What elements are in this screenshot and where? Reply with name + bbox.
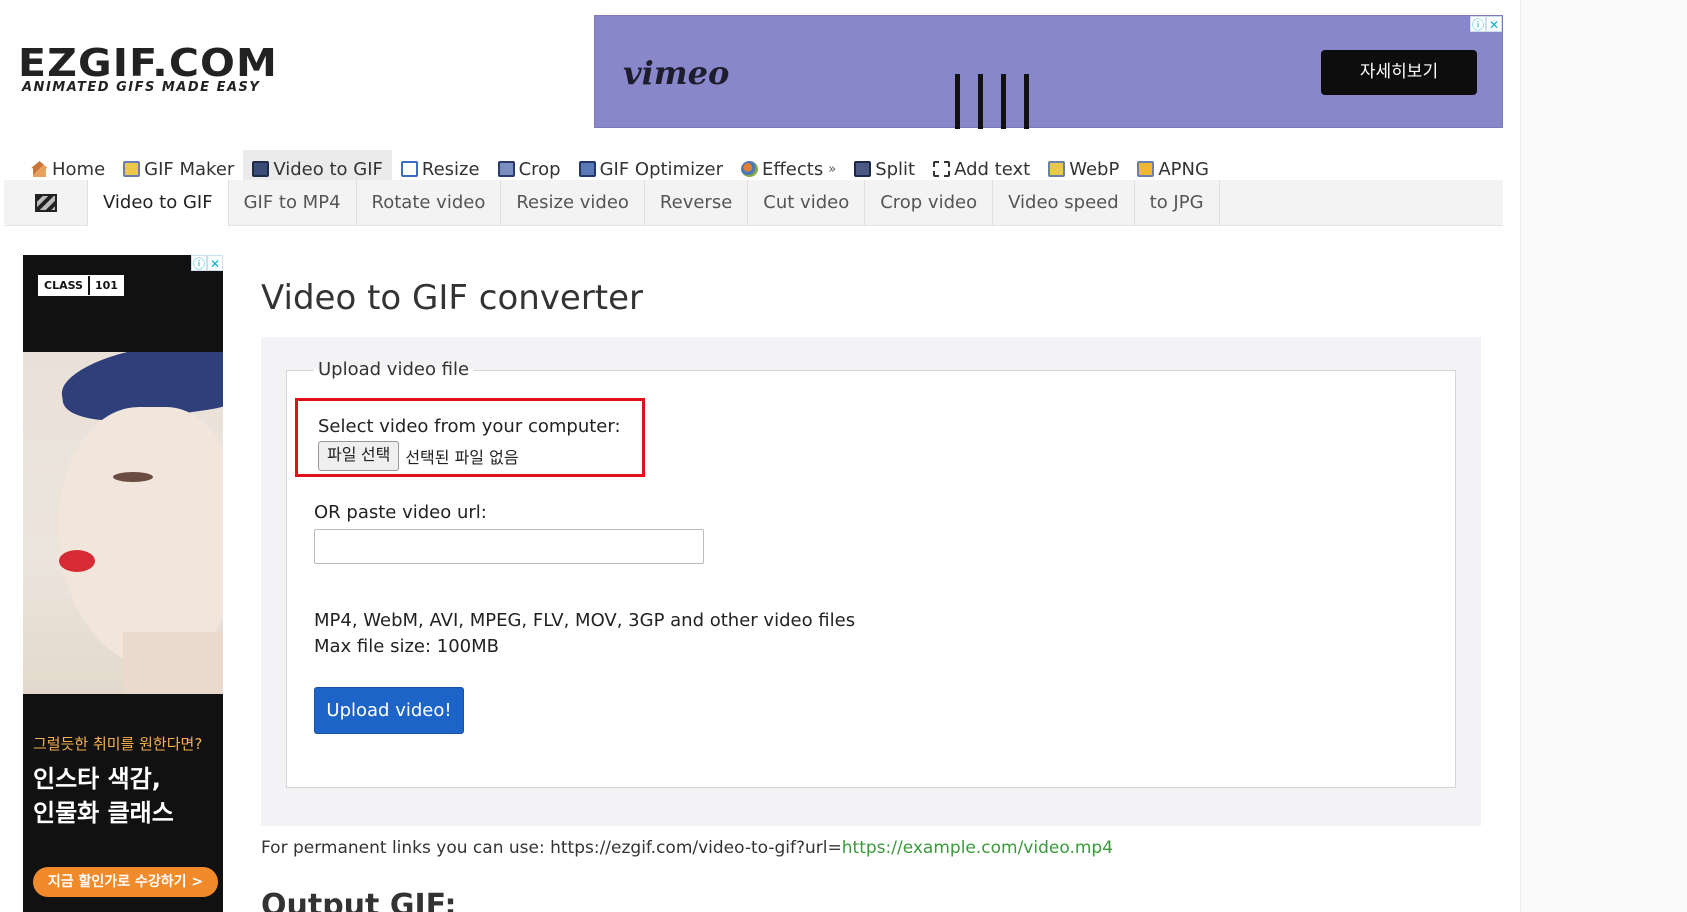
ad-graphic bbox=[955, 74, 1047, 129]
nav-label: Add text bbox=[954, 158, 1031, 180]
sub-nav-icon-cell bbox=[4, 180, 87, 226]
side-banner-ad[interactable]: CLASS 101 그럴듯한 취미를 원한다면? 인스타 색감, 인물화 클래스… bbox=[23, 255, 223, 912]
nav-label: Effects bbox=[762, 158, 824, 180]
add-text-icon bbox=[933, 161, 951, 177]
site-logo[interactable]: EZGIF.COM ANIMATED GIFS MADE EASY bbox=[18, 44, 303, 96]
subnav-video-speed[interactable]: Video speed bbox=[993, 180, 1135, 226]
webp-icon bbox=[1048, 161, 1066, 177]
top-banner-ad[interactable]: vimeo 자세히보기 ⓘ ✕ bbox=[594, 15, 1503, 129]
ad-choices[interactable]: ⓘ ✕ bbox=[191, 255, 223, 271]
nav-label: Crop bbox=[518, 158, 561, 180]
resize-icon bbox=[400, 161, 418, 177]
upload-panel: Upload video file Select video from your… bbox=[261, 337, 1481, 826]
subnav-video-to-gif[interactable]: Video to GIF bbox=[87, 180, 229, 226]
subnav-rotate-video[interactable]: Rotate video bbox=[357, 180, 502, 226]
effects-icon bbox=[741, 161, 759, 177]
subnav-crop-video[interactable]: Crop video bbox=[865, 180, 994, 226]
clapperboard-icon bbox=[34, 194, 57, 212]
ad-close-icon[interactable]: ✕ bbox=[1486, 16, 1502, 32]
nav-more-indicator: » bbox=[828, 161, 837, 177]
home-icon bbox=[31, 161, 48, 177]
subnav-to-jpg[interactable]: to JPG bbox=[1135, 180, 1220, 226]
permanent-links-note: For permanent links you can use: https:/… bbox=[261, 838, 1113, 858]
nav-label: APNG bbox=[1158, 158, 1209, 180]
nav-label: GIF Optimizer bbox=[599, 158, 724, 180]
right-gutter bbox=[1520, 0, 1687, 912]
subnav-gif-to-mp4[interactable]: GIF to MP4 bbox=[229, 180, 357, 226]
ad-brand-name: vimeo bbox=[623, 54, 730, 92]
upload-video-button[interactable]: Upload video! bbox=[314, 687, 464, 734]
page-title: Video to GIF converter bbox=[261, 278, 644, 318]
ad-info-icon[interactable]: ⓘ bbox=[1470, 16, 1486, 32]
fieldset-legend: Upload video file bbox=[314, 359, 474, 380]
subnav-resize-video[interactable]: Resize video bbox=[501, 180, 645, 226]
ad-headline-line-2: 인물화 클래스 bbox=[33, 799, 174, 827]
file-select-label: Select video from your computer: bbox=[318, 416, 621, 437]
gif-maker-icon bbox=[123, 161, 141, 177]
sub-nav: Video to GIF GIF to MP4 Rotate video Res… bbox=[4, 180, 1503, 226]
ad-headline-line-1: 인스타 색감, bbox=[33, 765, 161, 793]
ad-info-icon[interactable]: ⓘ bbox=[191, 255, 207, 271]
nav-label: GIF Maker bbox=[144, 158, 235, 180]
nav-label: WebP bbox=[1069, 158, 1120, 180]
ad-logo: CLASS 101 bbox=[38, 275, 124, 296]
file-status-text: 선택된 파일 없음 bbox=[405, 448, 519, 467]
nav-label: Resize bbox=[421, 158, 480, 180]
ad-tagline: 그럴듯한 취미를 원한다면? bbox=[33, 735, 203, 753]
apng-icon bbox=[1137, 161, 1155, 177]
permanent-links-prefix: For permanent links you can use: https:/… bbox=[261, 838, 842, 858]
supported-formats: MP4, WebM, AVI, MPEG, FLV, MOV, 3GP and … bbox=[314, 608, 855, 660]
logo-wordmark: EZGIF.COM bbox=[18, 41, 278, 85]
file-input: 파일 선택 선택된 파일 없음 bbox=[318, 441, 519, 471]
nav-label: Video to GIF bbox=[273, 158, 383, 180]
output-gif-title: Output GIF: bbox=[261, 888, 457, 912]
subnav-cut-video[interactable]: Cut video bbox=[748, 180, 866, 226]
upload-fieldset: Upload video file Select video from your… bbox=[286, 359, 1456, 788]
ad-portrait-image bbox=[23, 352, 223, 694]
choose-file-button[interactable]: 파일 선택 bbox=[318, 441, 400, 471]
ad-copy: 그럴듯한 취미를 원한다면? 인스타 색감, 인물화 클래스 bbox=[33, 733, 202, 830]
example-video-link[interactable]: https://example.com/video.mp4 bbox=[842, 838, 1113, 858]
max-size-line: Max file size: 100MB bbox=[314, 636, 499, 657]
nav-label: Home bbox=[52, 158, 106, 180]
ad-cta-button[interactable]: 지금 할인가로 수강하기 > bbox=[33, 867, 218, 897]
ad-headline: 인스타 색감, 인물화 클래스 bbox=[33, 762, 202, 830]
ad-logo-right: 101 bbox=[87, 276, 123, 295]
video-icon bbox=[252, 161, 270, 177]
ad-logo-left: CLASS bbox=[39, 276, 88, 295]
split-icon bbox=[854, 161, 872, 177]
logo-tagline: ANIMATED GIFS MADE EASY bbox=[22, 80, 261, 95]
subnav-reverse[interactable]: Reverse bbox=[645, 180, 749, 226]
crop-icon bbox=[497, 161, 515, 177]
video-url-input[interactable] bbox=[314, 529, 704, 564]
ad-close-icon[interactable]: ✕ bbox=[207, 255, 223, 271]
nav-label: Split bbox=[875, 158, 916, 180]
formats-line: MP4, WebM, AVI, MPEG, FLV, MOV, 3GP and … bbox=[314, 610, 856, 631]
ad-choices[interactable]: ⓘ ✕ bbox=[1470, 16, 1502, 32]
file-select-highlight: Select video from your computer: 파일 선택 선… bbox=[295, 398, 645, 477]
optimizer-icon bbox=[578, 161, 596, 177]
url-label: OR paste video url: bbox=[314, 502, 487, 523]
ad-cta-button[interactable]: 자세히보기 bbox=[1321, 50, 1477, 95]
